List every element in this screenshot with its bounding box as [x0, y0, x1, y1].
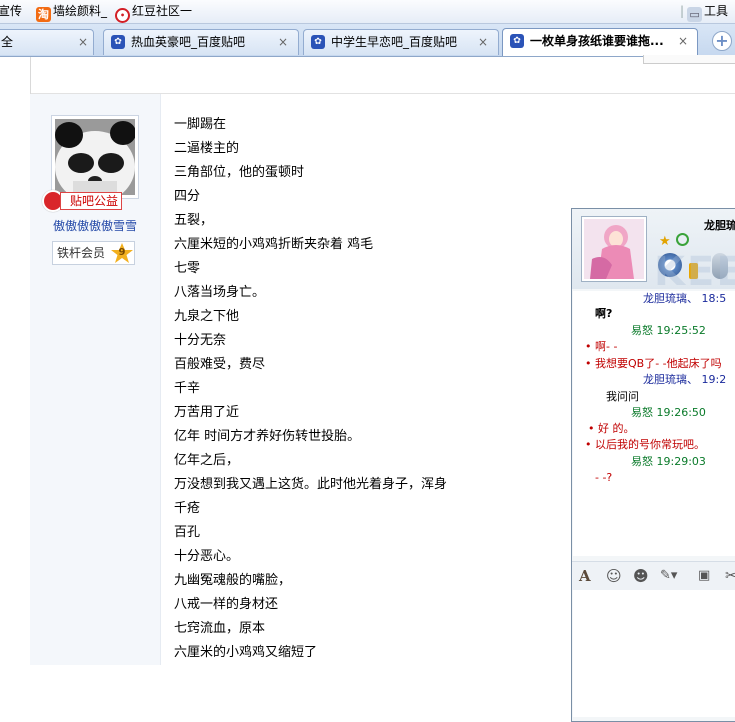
tab-title: 全 [1, 35, 14, 49]
post-line: 百般难受，费尽 [174, 357, 266, 372]
tab-2[interactable]: ✿ 热血英豪吧_百度贴吧 × [103, 29, 299, 55]
bookmark-label: 工具 [704, 4, 729, 18]
level-star-icon: 9 [111, 243, 133, 263]
edit-icon[interactable]: ✎▾ [660, 567, 677, 585]
post-line: 三角部位，他的蛋顿时 [174, 165, 305, 180]
reply-box-edge [643, 55, 735, 64]
tieba-paw-icon: ✿ [510, 34, 524, 48]
post-line: 九泉之下他 [174, 309, 240, 324]
tab-title: 一枚单身孩纸谁要谁拖... [530, 34, 664, 48]
tab-bar: 全 × ✿ 热血英豪吧_百度贴吧 × ✿ 中学生早恋吧_百度贴吧 × ✿ 一枚单… [0, 24, 735, 57]
post-line: 七零 [174, 261, 201, 276]
post-line: 二逼楼主的 [174, 141, 240, 156]
font-icon[interactable]: A [579, 567, 591, 585]
post-line: 四分 [174, 189, 201, 204]
tab-title: 中学生早恋吧_百度贴吧 [331, 35, 458, 49]
post-divider [30, 57, 735, 94]
tab-close-button[interactable]: × [678, 29, 688, 54]
chat-message: • 以后我的号你常玩吧。 [585, 438, 705, 451]
chat-message: • 好 的。 [588, 422, 635, 435]
chat-contact-name: 龙胆琉 [704, 219, 735, 232]
member-level-badge[interactable]: 铁杆会员 9 [52, 241, 135, 265]
chat-message: 我问问 [606, 390, 639, 403]
post-line: 八戒一样的身材还 [174, 597, 279, 612]
level-number: 9 [118, 247, 126, 258]
anime-avatar-image [584, 219, 644, 279]
post-line: 亿年之后， [174, 453, 240, 468]
bookmarks-bar: 宣传 淘墙绘颜料_ • 红豆社区一 | ▭ 工具 [0, 0, 735, 24]
chat-message-header: 易怒 19:26:50 [631, 406, 706, 419]
panda-avatar-image [55, 119, 135, 195]
post-content: 一脚踢在 二逼楼主的 三角部位，他的蛋顿时 四分 五裂， 六厘米短的小鸡鸡折断夹… [174, 113, 504, 665]
status-icon [676, 233, 689, 246]
post-line: 六厘米的小鸡鸡又缩短了 [174, 645, 318, 660]
post-line: 千辛 [174, 381, 201, 396]
chat-message: • 啊- - [585, 340, 618, 353]
badge-label: 贴吧公益 [60, 192, 123, 210]
post-line: 亿年 时间方才养好伤转世投胎。 [174, 429, 361, 444]
tab-close-button[interactable]: × [278, 30, 288, 55]
post-line: 十分无奈 [174, 333, 227, 348]
user-panel: 贴吧公益 傲傲傲傲傲雪雪 铁杆会员 9 [30, 94, 161, 665]
post-line: 万苦用了近 [174, 405, 240, 420]
bookmark-item-qianghui[interactable]: 淘墙绘颜料_ [36, 3, 108, 22]
post-line: 九幽冤魂般的嘴脸， [174, 573, 292, 588]
magic-emoticon-icon[interactable]: ☻ [633, 567, 649, 585]
tab-1[interactable]: 全 × [0, 29, 94, 55]
chat-message-header: 易怒 19:25:52 [631, 324, 706, 337]
screenshot-scissors-icon[interactable]: ✂ [725, 567, 735, 585]
bookmark-label: 宣传 [0, 4, 23, 18]
chat-message: - -? [595, 471, 613, 484]
separator: | [680, 4, 685, 18]
post-line: 十分恶心。 [174, 549, 240, 564]
username-link[interactable]: 傲傲傲傲傲雪雪 [30, 217, 160, 234]
hongdou-icon: • [115, 8, 130, 23]
bookmark-item-tools[interactable]: | ▭ 工具 [680, 3, 729, 22]
chat-avatar[interactable] [581, 216, 647, 282]
chat-messages: 龙胆琉璃、 18:5 啊? 易怒 19:25:52 • 啊- - • 我想要QB… [573, 291, 735, 556]
tab-4-active[interactable]: ✿ 一枚单身孩纸谁要谁拖... × [502, 28, 698, 56]
chat-message-header: 龙胆琉璃、 18:5 [643, 292, 727, 305]
bookmark-label: 红豆社区一 [132, 4, 193, 18]
chat-window: 龙胆琉 ★ KEE 龙胆琉璃、 18:5 啊? 易怒 19:25:52 • 啊-… [571, 208, 735, 722]
tieba-paw-icon: ✿ [111, 35, 125, 49]
tab-title: 热血英豪吧_百度贴吧 [131, 35, 246, 49]
tools-icon: ▭ [687, 7, 703, 22]
chat-message-header: 易怒 19:29:03 [631, 455, 706, 468]
tab-close-button[interactable]: × [78, 30, 88, 55]
chat-message: 啊? [595, 307, 613, 320]
chat-header: 龙胆琉 ★ KEE [572, 209, 735, 295]
post-line: 六厘米短的小鸡鸡折断夹杂着 鸡毛 [174, 237, 374, 252]
chat-message-header: 龙胆琉璃、 19:2 [643, 373, 727, 386]
emoticon-icon[interactable]: ☺ [606, 567, 622, 585]
star-icon: ★ [659, 234, 671, 249]
taobao-icon: 淘 [36, 7, 51, 22]
chat-toolbar: A ☺ ☻ ✎▾ ▣ ✂ [572, 561, 735, 590]
post-line: 一脚踢在 [174, 117, 227, 132]
post-line: 五裂， [174, 213, 214, 228]
watermark-text: KEE [654, 249, 735, 295]
bookmark-item-xuanchuan[interactable]: 宣传 [0, 3, 22, 20]
member-label: 铁杆会员 [57, 246, 106, 260]
new-tab-button[interactable]: + [712, 31, 732, 51]
page-content: 贴吧公益 傲傲傲傲傲雪雪 铁杆会员 9 一脚踢在 二逼楼主的 三角部位，他的蛋顿… [0, 55, 735, 722]
tieba-paw-icon: ✿ [311, 35, 325, 49]
post-line: 八落当场身亡。 [174, 285, 266, 300]
post-line: 千疮 [174, 501, 201, 516]
chat-message: • 我想要QB了- -他起床了吗 [585, 357, 722, 370]
bookmark-label: 墙绘颜料_ [53, 4, 108, 18]
chat-input-area[interactable] [573, 590, 735, 717]
avatar[interactable] [51, 115, 139, 199]
image-icon[interactable]: ▣ [698, 567, 710, 585]
post-line: 七窍流血，原本 [174, 621, 266, 636]
bookmark-item-hongdou[interactable]: • 红豆社区一 [115, 3, 193, 23]
post-line: 万没想到我又遇上这货。此时他光着身子，浑身 [174, 477, 448, 492]
tab-close-button[interactable]: × [478, 30, 488, 55]
post-line: 百孔 [174, 525, 201, 540]
tab-3[interactable]: ✿ 中学生早恋吧_百度贴吧 × [303, 29, 499, 55]
